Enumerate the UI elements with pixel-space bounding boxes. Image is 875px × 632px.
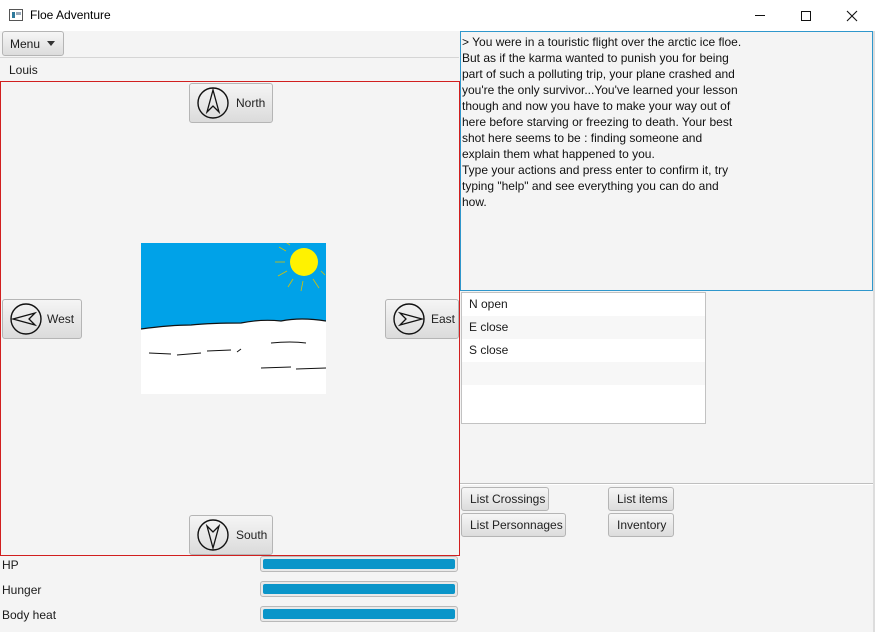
story-log[interactable]: > You were in a touristic flight over th… xyxy=(460,31,873,291)
list-item[interactable]: E close xyxy=(462,316,705,339)
hp-progress-fill xyxy=(263,559,455,569)
title-bar: Floe Adventure xyxy=(0,0,875,31)
south-label: South xyxy=(236,528,268,542)
crossings-list[interactable]: N open E close S close xyxy=(461,292,706,424)
body-heat-progress-fill xyxy=(263,609,455,619)
south-button[interactable]: South xyxy=(189,515,273,555)
arrow-west-icon xyxy=(10,303,42,335)
arrow-north-icon xyxy=(197,87,229,119)
minimize-button[interactable] xyxy=(737,0,783,31)
scene-panel: North West East South xyxy=(0,81,460,556)
hp-progress-bar xyxy=(260,556,458,572)
chevron-down-icon xyxy=(47,41,56,46)
list-crossings-button[interactable]: List Crossings xyxy=(461,487,549,511)
north-button[interactable]: North xyxy=(189,83,273,123)
list-item[interactable] xyxy=(462,362,705,385)
window-title: Floe Adventure xyxy=(30,8,111,22)
player-name: Louis xyxy=(0,57,459,81)
stat-row-hunger: Hunger xyxy=(0,579,460,603)
stat-label-body-heat: Body heat xyxy=(2,608,57,622)
stat-label-hunger: Hunger xyxy=(2,583,42,597)
list-items-button[interactable]: List items xyxy=(608,487,674,511)
west-label: West xyxy=(47,312,75,326)
inventory-button[interactable]: Inventory xyxy=(608,513,674,537)
list-item[interactable] xyxy=(462,385,705,408)
stat-label-hp: HP xyxy=(2,558,19,572)
divider xyxy=(460,483,873,485)
hunger-progress-fill xyxy=(263,584,455,594)
north-label: North xyxy=(236,96,266,110)
menu-label: Menu xyxy=(10,36,41,51)
body-heat-progress-bar xyxy=(260,606,458,622)
list-item[interactable]: S close xyxy=(462,339,705,362)
menu-button[interactable]: Menu xyxy=(2,31,64,56)
stat-row-hp: HP xyxy=(0,554,460,578)
close-button[interactable] xyxy=(829,0,875,31)
list-personnages-button[interactable]: List Personnages xyxy=(461,513,566,537)
east-button[interactable]: East xyxy=(385,299,459,339)
close-icon xyxy=(846,10,858,21)
maximize-button[interactable] xyxy=(783,0,829,31)
ice-floe-image xyxy=(141,243,326,394)
list-item[interactable]: N open xyxy=(462,293,705,316)
arrow-south-icon xyxy=(197,519,229,551)
east-label: East xyxy=(431,312,456,326)
app-icon xyxy=(9,9,23,21)
minimize-icon xyxy=(755,15,765,16)
arrow-east-icon xyxy=(393,303,425,335)
hunger-progress-bar xyxy=(260,581,458,597)
maximize-icon xyxy=(801,10,811,21)
stat-row-body-heat: Body heat xyxy=(0,604,460,628)
story-log-text: > You were in a touristic flight over th… xyxy=(462,35,742,209)
west-button[interactable]: West xyxy=(2,299,82,339)
